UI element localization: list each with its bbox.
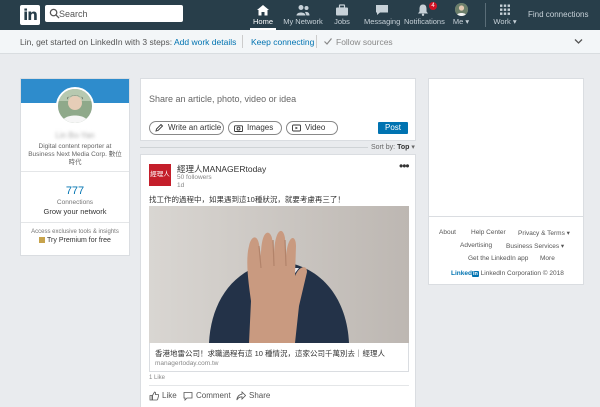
footer-help-center[interactable]: Help Center <box>471 229 506 236</box>
nav-jobs-label: Jobs <box>334 17 350 26</box>
nav-jobs[interactable]: Jobs <box>331 0 353 30</box>
sort-divider <box>140 147 368 148</box>
onboarding-divider <box>316 35 317 48</box>
chevron-down-icon[interactable] <box>574 37 583 45</box>
like-button[interactable]: Like <box>149 391 177 401</box>
ad-placeholder <box>428 78 584 217</box>
top-nav: in Home My Network Jobs Messaging 4 Noti… <box>0 0 600 30</box>
feed-post: 經理人 經理人MANAGERtoday 50 followers 1d ••• … <box>140 154 416 407</box>
home-icon <box>257 5 269 16</box>
comment-icon <box>183 392 193 401</box>
network-icon <box>296 5 310 16</box>
images-label: Images <box>247 123 274 132</box>
linkedin-logo[interactable]: in <box>20 5 40 25</box>
footer-advertising[interactable]: Advertising <box>460 242 492 249</box>
share-box: Share an article, photo, video or idea W… <box>140 78 416 141</box>
notifications-badge: 4 <box>429 2 437 10</box>
nav-home[interactable]: Home <box>250 0 276 30</box>
messaging-icon <box>376 5 388 15</box>
nav-my-network-label: My Network <box>283 17 323 26</box>
search-box[interactable] <box>45 5 183 22</box>
nav-work[interactable]: Work ▾ <box>492 0 518 30</box>
profile-card: Lin Bo-Yan Digital content reporter at B… <box>20 78 130 256</box>
footer-get-app[interactable]: Get the LinkedIn app <box>468 255 528 262</box>
avatar-icon <box>454 3 468 16</box>
profile-name[interactable]: Lin Bo-Yan <box>21 131 129 140</box>
link-domain: managertoday.com.tw <box>155 360 219 367</box>
write-article-button[interactable]: Write an article <box>149 121 224 135</box>
profile-headline: Digital content reporter at Business Nex… <box>28 143 122 166</box>
nav-messaging-label: Messaging <box>364 17 401 26</box>
connections-label: Connections <box>56 199 94 206</box>
onboarding-divider <box>242 35 243 48</box>
nav-me-label: Me ▾ <box>452 17 470 26</box>
share-icon <box>236 391 246 401</box>
video-label: Video <box>305 123 326 132</box>
checkmark-icon <box>324 38 332 45</box>
post-text: 找工作的過程中，如果遇到這10種狀況，就要考慮再三了！ <box>149 195 345 204</box>
sort-by-control[interactable]: Sort by: Top ▾ <box>371 143 415 151</box>
briefcase-icon <box>336 4 348 16</box>
post-image[interactable] <box>149 206 409 343</box>
footer-copyright: Linkedin LinkedIn Corporation © 2018 <box>451 270 564 277</box>
nav-notifications-label: Notifications <box>404 17 445 26</box>
share-button[interactable]: Share <box>236 391 271 401</box>
camera-icon <box>234 125 243 132</box>
like-label: Like <box>162 391 177 400</box>
onboarding-intro: Lin, get started on LinkedIn with 3 step… <box>20 37 173 47</box>
onboarding-step-work-details[interactable]: Add work details <box>174 37 236 47</box>
link-title[interactable]: 香港地雷公司！求職過程有這 10 種情況，這家公司千萬別去｜經理人 <box>155 348 385 359</box>
nav-me[interactable]: Me ▾ <box>450 0 472 30</box>
nav-divider <box>485 3 486 27</box>
onboarding-step-follow-sources[interactable]: Follow sources <box>336 37 393 47</box>
search-input[interactable] <box>59 5 179 22</box>
footer-privacy-terms[interactable]: Privacy & Terms ▾ <box>518 229 570 237</box>
images-button[interactable]: Images <box>228 121 282 135</box>
profile-divider <box>21 171 129 172</box>
nav-messaging[interactable]: Messaging <box>364 0 400 30</box>
comment-button[interactable]: Comment <box>183 391 231 401</box>
nav-home-label: Home <box>252 17 273 26</box>
likes-count[interactable]: 1 Like <box>149 375 165 381</box>
connections-count[interactable]: 777 <box>21 185 129 197</box>
footer-more[interactable]: More <box>540 255 555 262</box>
nav-my-network[interactable]: My Network <box>283 0 323 30</box>
profile-photo[interactable] <box>56 87 94 125</box>
post-button[interactable]: Post <box>378 122 408 134</box>
nav-notifications[interactable]: 4 Notifications <box>404 0 445 30</box>
linkedin-in-icon: in <box>471 271 479 277</box>
company-followers: 50 followers <box>177 174 212 181</box>
share-prompt[interactable]: Share an article, photo, video or idea <box>149 94 296 104</box>
exclusive-tools-text: Access exclusive tools & insights <box>31 229 119 235</box>
post-divider <box>149 385 409 386</box>
find-connections-link[interactable]: Find connections <box>528 10 588 19</box>
comment-label: Comment <box>196 391 231 400</box>
footer-business-services[interactable]: Business Services ▾ <box>506 242 564 250</box>
premium-icon <box>39 237 46 243</box>
footer-about[interactable]: About <box>439 229 456 236</box>
linkedin-wordmark: Linked <box>451 270 472 277</box>
bell-icon <box>418 4 428 16</box>
footer-links: About Help Center Privacy & Terms ▾ Adve… <box>428 217 584 285</box>
pencil-icon <box>155 124 164 132</box>
share-label: Share <box>249 391 271 400</box>
try-premium-link[interactable]: Try Premium for free <box>21 237 129 244</box>
video-icon <box>292 124 301 132</box>
nav-work-label: Work ▾ <box>493 17 517 26</box>
post-age: 1d <box>177 182 185 189</box>
thumbs-up-icon <box>149 391 159 401</box>
profile-divider <box>21 222 129 223</box>
onboarding-step-keep-connecting[interactable]: Keep connecting <box>251 37 314 47</box>
grow-network-link[interactable]: Grow your network <box>21 207 129 216</box>
video-button[interactable]: Video <box>286 121 338 135</box>
caret-down-icon: ▾ <box>411 144 415 151</box>
write-article-label: Write an article <box>168 123 222 132</box>
company-logo[interactable]: 經理人 <box>149 164 171 186</box>
grid-icon <box>500 4 510 15</box>
link-preview[interactable]: 香港地雷公司！求職過程有這 10 種情況，這家公司千萬別去｜經理人 manage… <box>149 343 409 372</box>
onboarding-bar: Lin, get started on LinkedIn with 3 step… <box>0 30 600 54</box>
post-menu-icon[interactable]: ••• <box>399 159 410 173</box>
